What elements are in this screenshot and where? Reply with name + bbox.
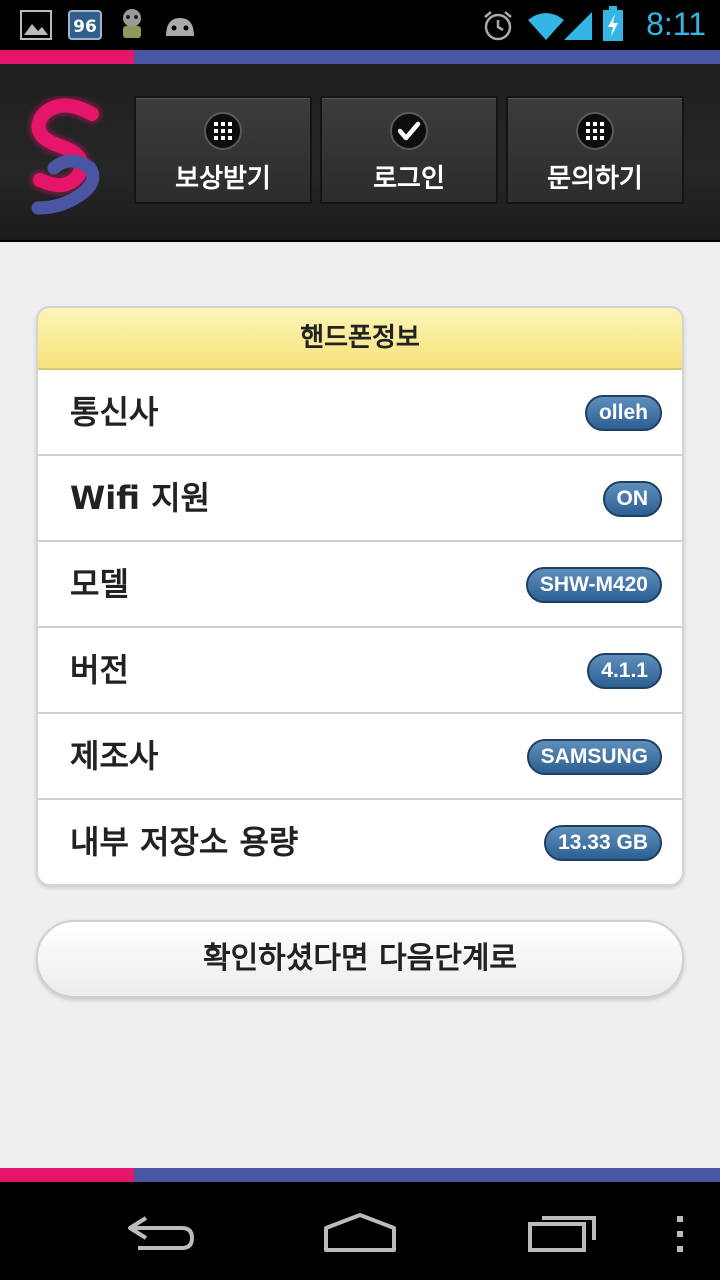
battery-charging-icon <box>603 6 623 41</box>
nav-button-reward[interactable]: 보상받기 <box>134 96 312 204</box>
nav-button-label: 보상받기 <box>175 164 271 194</box>
gallery-icon <box>20 10 52 40</box>
accent-pink <box>0 1168 134 1182</box>
info-value-badge: olleh <box>584 395 662 431</box>
info-label: 제조사 <box>70 737 159 775</box>
grid-icon <box>576 112 614 150</box>
android-icon <box>166 18 194 36</box>
clock: 8:11 <box>646 6 706 42</box>
s-logo-icon[interactable] <box>20 96 110 216</box>
info-row-model: 모델 SHW-M420 <box>38 542 682 628</box>
recent-apps-icon[interactable] <box>526 1208 600 1254</box>
info-value-badge: 4.1.1 <box>587 653 662 689</box>
info-row-storage: 내부 저장소 용량 13.33 GB <box>38 800 682 884</box>
nav-button-login[interactable]: 로그인 <box>320 96 498 204</box>
back-icon[interactable] <box>124 1212 196 1252</box>
info-label: 내부 저장소 용량 <box>70 823 299 861</box>
alarm-icon <box>484 11 512 41</box>
status-bar: 96 8:11 <box>0 0 720 50</box>
accent-blue <box>134 50 720 64</box>
info-label: 통신사 <box>70 393 159 431</box>
check-icon <box>390 112 428 150</box>
top-accent-strip <box>0 50 720 64</box>
info-value-badge: SHW-M420 <box>525 567 662 603</box>
info-label: 버전 <box>70 651 129 689</box>
system-nav-bar <box>0 1182 720 1280</box>
accent-blue <box>134 1168 720 1182</box>
menu-icon[interactable] <box>674 1214 686 1254</box>
info-value-badge: SAMSUNG <box>526 739 662 775</box>
info-value-badge: 13.33 GB <box>544 825 662 861</box>
accent-pink <box>0 50 134 64</box>
home-icon[interactable] <box>322 1212 398 1254</box>
badge-96-icon: 96 <box>68 10 102 40</box>
bottom-accent-strip <box>0 1168 720 1182</box>
signal-icon <box>564 12 592 40</box>
info-row-wifi: Wifi 지원 ON <box>38 456 682 542</box>
info-label: Wifi 지원 <box>70 479 211 517</box>
info-row-carrier: 통신사 olleh <box>38 370 682 456</box>
phone-info-title: 핸드폰정보 <box>38 308 682 370</box>
grid-icon <box>204 112 242 150</box>
nav-button-label: 로그인 <box>373 164 445 194</box>
info-row-version: 버전 4.1.1 <box>38 628 682 714</box>
info-label: 모델 <box>70 565 129 603</box>
notification-icon <box>123 9 141 38</box>
app-header: 보상받기 로그인 문의하기 <box>0 64 720 242</box>
info-row-manufacturer: 제조사 SAMSUNG <box>38 714 682 800</box>
main-content: 핸드폰정보 통신사 olleh Wifi 지원 ON 모델 SHW-M420 버… <box>0 244 720 1168</box>
phone-info-card: 핸드폰정보 통신사 olleh Wifi 지원 ON 모델 SHW-M420 버… <box>36 306 684 886</box>
nav-button-inquiry[interactable]: 문의하기 <box>506 96 684 204</box>
nav-button-label: 문의하기 <box>547 164 643 194</box>
info-value-badge: ON <box>602 481 662 517</box>
wifi-icon <box>528 13 564 40</box>
badge-text: 96 <box>73 17 97 37</box>
next-step-button[interactable]: 확인하셨다면 다음단계로 <box>36 920 684 998</box>
